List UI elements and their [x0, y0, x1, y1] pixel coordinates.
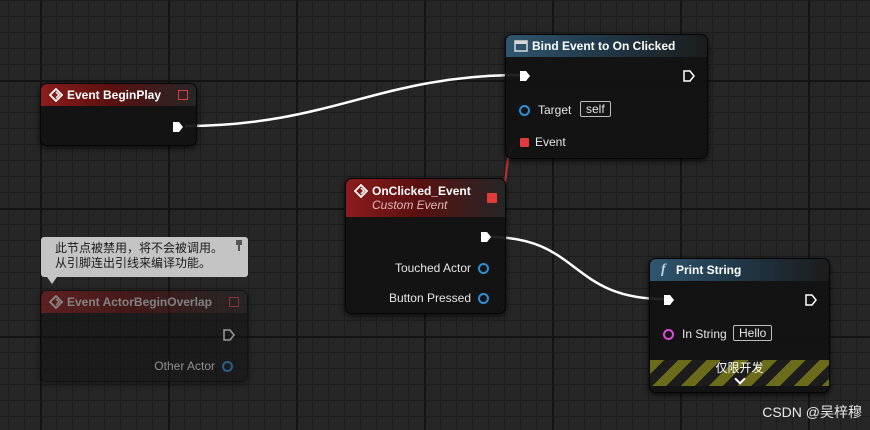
event-diamond-icon [354, 184, 368, 198]
bind-event-node[interactable]: Bind Event to On Clicked Target self Eve… [505, 34, 708, 159]
watermark: CSDN @吴梓穆 [762, 404, 862, 420]
other-actor-pin-icon[interactable] [222, 361, 233, 372]
onclicked-event-node[interactable]: OnClicked_Event Custom Event Touched Act… [345, 178, 506, 314]
node-header[interactable]: OnClicked_Event Custom Event [346, 179, 505, 217]
event-diamond-icon [49, 88, 63, 102]
node-header[interactable]: Event ActorBeginOverlap [41, 291, 247, 313]
comment-line-1: 此节点被禁用，将不会被调用。 [55, 241, 224, 255]
in-string-value-field[interactable]: Hello [733, 325, 773, 341]
exec-output-pin-icon[interactable] [683, 70, 695, 82]
node-header[interactable]: Event BeginPlay [41, 84, 196, 106]
exec-output-pin-icon[interactable] [480, 231, 492, 243]
touched-actor-pin-icon[interactable] [478, 263, 489, 274]
in-string-pin-label: In String [682, 327, 727, 341]
button-pressed-pin-label: Button Pressed [388, 291, 471, 305]
exec-input-pin-icon[interactable] [519, 70, 531, 82]
other-actor-pin-label: Other Actor [154, 359, 215, 373]
node-title: Event ActorBeginOverlap [67, 295, 212, 309]
exec-input-pin-icon[interactable] [663, 294, 675, 306]
exec-output-pin-icon[interactable] [172, 121, 184, 133]
pushpin-icon[interactable] [234, 240, 244, 252]
node-subtitle: Custom Event [372, 198, 448, 212]
in-string-pin-icon[interactable] [663, 329, 674, 340]
node-title: Event BeginPlay [67, 88, 162, 102]
target-value-field[interactable]: self [580, 101, 611, 117]
node-header[interactable]: f Print String [650, 259, 829, 281]
function-window-icon [514, 40, 528, 52]
delegate-output-pin-icon[interactable] [178, 90, 188, 100]
function-icon: f [661, 262, 666, 277]
delegate-output-pin-icon[interactable] [229, 297, 239, 307]
event-diamond-icon [49, 295, 63, 309]
exec-output-pin-icon[interactable] [805, 294, 817, 306]
comment-tail [47, 277, 57, 284]
button-pressed-pin-icon[interactable] [478, 293, 489, 304]
development-only-bar[interactable]: 仅限开发 [650, 360, 829, 386]
delegate-output-pin-icon[interactable] [487, 193, 497, 203]
exec-output-pin-icon[interactable] [223, 329, 235, 341]
target-pin-label: Target [538, 103, 572, 117]
print-string-node[interactable]: f Print String In String Hello 仅限开发 [649, 258, 830, 393]
disabled-node-comment: 此节点被禁用，将不会被调用。 从引脚连出引线来编译功能。 [41, 237, 248, 284]
touched-actor-pin-label: Touched Actor [394, 261, 471, 275]
event-actorbeginoverlap-node[interactable]: Event ActorBeginOverlap Other Actor [40, 290, 248, 382]
node-title: Print String [676, 263, 742, 277]
comment-line-2: 从引脚连出引线来编译功能。 [55, 256, 212, 270]
target-pin-icon[interactable] [519, 105, 530, 116]
event-pin-label: Event [535, 135, 566, 149]
node-title: Bind Event to On Clicked [532, 39, 676, 53]
event-beginplay-node[interactable]: Event BeginPlay [40, 83, 197, 146]
event-delegate-pin-icon[interactable] [520, 138, 529, 147]
exec-wire-onclicked-to-print [489, 235, 665, 301]
node-header[interactable]: Bind Event to On Clicked [506, 35, 707, 57]
exec-wire-beginplay-to-bind [184, 73, 521, 128]
